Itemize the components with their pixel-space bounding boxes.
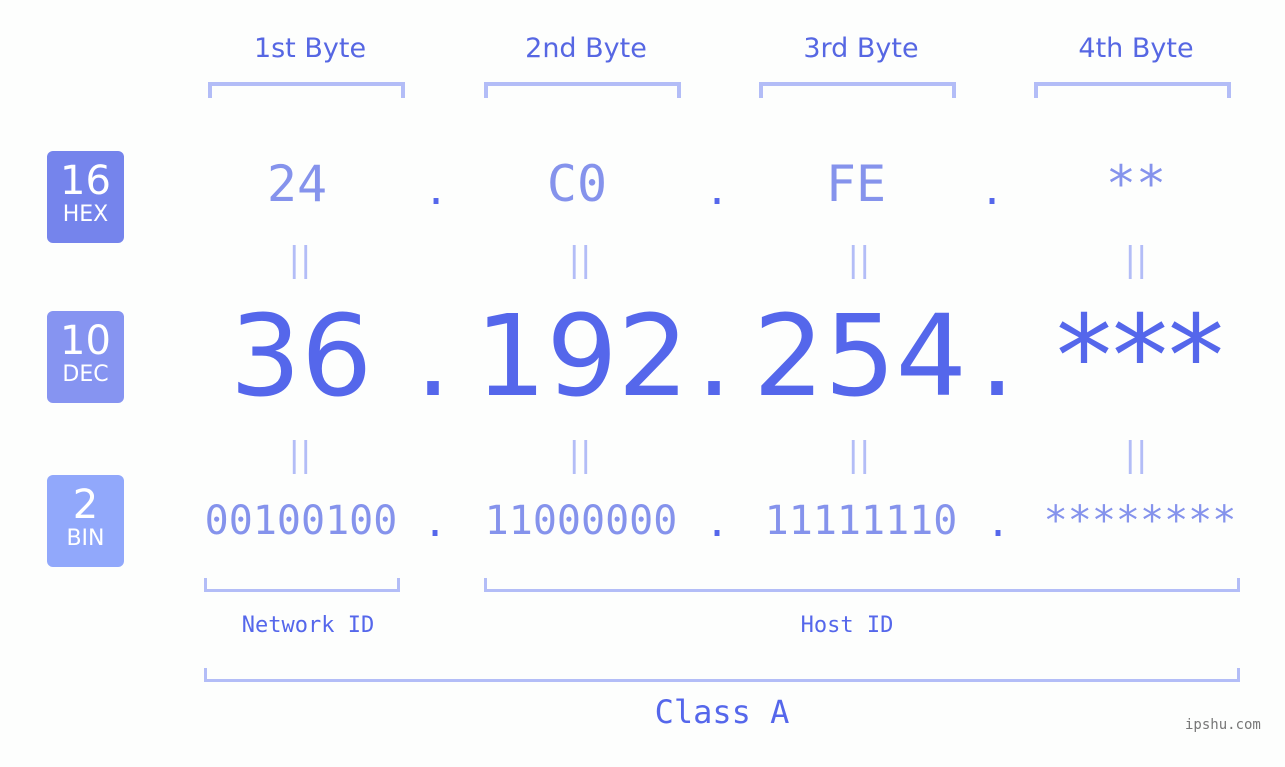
bin-dot-3: . [985,500,1011,546]
byte-bracket-3 [759,82,956,98]
hex-badge-number: 16 [60,158,111,204]
hex-byte-1: 24 [266,155,328,213]
bin-byte-3: 11111110 [764,498,958,544]
watermark: ipshu.com [1185,717,1261,733]
equals-icon: || [288,435,312,475]
dec-badge: 10 DEC [47,311,124,403]
bin-byte-4: ******** [1043,498,1237,544]
bin-badge-label: BIN [66,526,105,551]
hex-byte-2: C0 [546,155,608,213]
bin-badge-number: 2 [72,482,99,528]
equals-icon: || [568,435,592,475]
dec-badge-number: 10 [60,318,111,364]
hex-dot-2: . [704,168,730,214]
bin-dot-1: . [422,500,448,546]
byte-bracket-4 [1034,82,1231,98]
hex-badge: 16 HEX [47,151,124,243]
host-id-label: Host ID [800,613,894,638]
dec-dot-2: . [696,292,732,422]
bin-dot-2: . [704,500,730,546]
class-label: Class A [654,693,790,731]
dec-dot-3: . [979,292,1015,422]
bin-badge: 2 BIN [47,475,124,567]
hex-byte-4: ** [1105,155,1167,213]
byte-header-3: 3rd Byte [803,33,919,64]
equals-icon: || [568,240,592,280]
hex-byte-3: FE [825,155,887,213]
byte-header-2: 2nd Byte [525,33,647,64]
byte-bracket-2 [484,82,681,98]
dec-badge-label: DEC [62,362,109,387]
host-id-bracket [484,578,1240,592]
hex-badge-label: HEX [62,202,109,227]
network-id-label: Network ID [241,613,375,638]
bin-byte-2: 11000000 [484,498,678,544]
byte-header-4: 4th Byte [1078,33,1194,64]
bin-byte-1: 00100100 [204,498,398,544]
equals-icon: || [847,435,871,475]
dec-dot-1: . [415,292,451,422]
equals-icon: || [1124,240,1148,280]
equals-icon: || [1124,435,1148,475]
byte-header-1: 1st Byte [253,33,367,64]
network-id-bracket [204,578,400,592]
equals-icon: || [288,240,312,280]
hex-dot-3: . [979,168,1005,214]
byte-bracket-1 [208,82,405,98]
equals-icon: || [847,240,871,280]
hex-dot-1: . [423,168,449,214]
class-bracket [204,668,1240,682]
